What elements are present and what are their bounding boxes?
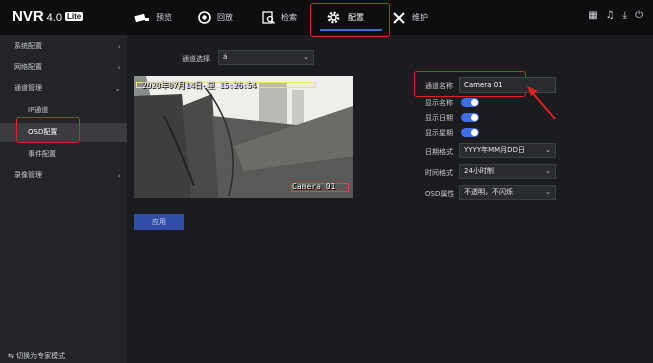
highlight-config-tab xyxy=(310,3,390,37)
chevron-down-icon: ⌄ xyxy=(303,53,309,61)
qr-icon[interactable]: ▦ xyxy=(588,10,597,21)
show-week-toggle[interactable] xyxy=(461,128,479,137)
search-icon xyxy=(262,11,275,24)
show-date-label: 显示日期 xyxy=(425,114,453,122)
sidebar-item-system[interactable]: 系统配置 › xyxy=(0,37,127,56)
show-date-toggle[interactable] xyxy=(461,113,479,122)
download-icon[interactable]: ⤓ xyxy=(623,10,627,21)
top-right-icons: ▦ ♫ ⤓ ⏻ xyxy=(588,10,643,21)
chevron-right-icon: › xyxy=(117,171,121,180)
nav-search[interactable]: 检索 xyxy=(262,0,297,35)
top-bar: NVR 4.0 Lite 预览 回放 检索 配置 维护 ▦ ♫ ⤓ ⏻ xyxy=(0,0,653,37)
date-format-select[interactable]: YYYY年MM月DD日 ⌄ xyxy=(459,143,556,158)
osd-attr-select[interactable]: 不透明，不闪烁 ⌄ xyxy=(459,185,556,200)
date-format-label: 日期格式 xyxy=(425,148,453,156)
nav-maintenance[interactable]: 维护 xyxy=(392,0,428,35)
highlight-osd-item xyxy=(16,117,80,143)
chevron-down-icon: ⌄ xyxy=(545,146,551,154)
switch-icon: ⇆ xyxy=(8,352,14,360)
sidebar-item-channel[interactable]: 通道管理 ⌄ xyxy=(0,79,127,98)
channel-name-label: 通道名称 xyxy=(425,82,453,90)
osd-channel-name: Camera 01 xyxy=(292,182,336,191)
video-preview: 2020年07月14日 星 15:26:54 Camera 01 xyxy=(134,76,353,198)
camera-icon xyxy=(134,13,149,22)
nav-playback[interactable]: 回放 xyxy=(198,0,233,35)
apply-button[interactable]: 应用 xyxy=(134,214,184,230)
playback-icon xyxy=(198,11,211,24)
chevron-down-icon: ⌄ xyxy=(545,167,551,175)
sidebar-item-network[interactable]: 网络配置 › xyxy=(0,58,127,77)
logo: NVR 4.0 Lite xyxy=(12,8,84,25)
chevron-down-icon: ⌄ xyxy=(114,84,121,93)
sidebar-item-event[interactable]: 事件配置 xyxy=(0,145,127,164)
chevron-right-icon: › xyxy=(117,63,121,72)
bell-icon[interactable]: ♫ xyxy=(606,10,615,21)
power-icon[interactable]: ⏻ xyxy=(635,10,643,21)
time-format-select[interactable]: 24小时制 ⌄ xyxy=(459,164,556,179)
show-week-label: 显示星期 xyxy=(425,129,453,137)
sidebar-item-recording[interactable]: 录像管理 › xyxy=(0,166,127,185)
osd-attr-label: OSD属性 xyxy=(425,190,455,198)
expert-mode-link[interactable]: ⇆ 切换为专家模式 xyxy=(8,351,65,361)
camera-scene xyxy=(134,76,353,198)
chevron-down-icon: ⌄ xyxy=(545,188,551,196)
tools-icon xyxy=(393,11,405,24)
osd-timestamp: 2020年07月14日 星 15:26:54 xyxy=(142,81,257,90)
sidebar: 系统配置 › 网络配置 › 通道管理 ⌄ IP通道 OSD配置 事件配置 录像管理 › xyxy=(0,35,127,363)
time-format-label: 时间格式 xyxy=(425,169,453,177)
red-arrow-annotation xyxy=(527,86,556,120)
channel-select[interactable]: á ⌄ xyxy=(218,50,314,65)
nav-preview[interactable]: 预览 xyxy=(134,0,172,35)
channel-select-label: 通道选择 xyxy=(182,55,210,63)
show-name-toggle[interactable] xyxy=(461,98,479,107)
chevron-right-icon: › xyxy=(117,42,121,51)
show-name-label: 显示名称 xyxy=(425,99,453,107)
